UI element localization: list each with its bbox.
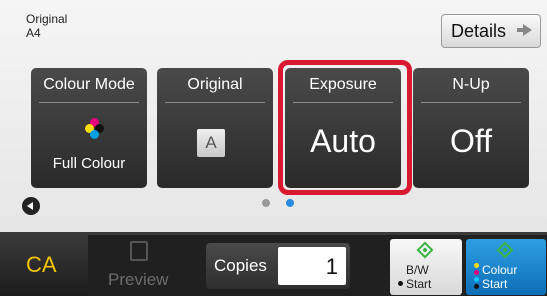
ca-label: CA xyxy=(26,252,57,277)
details-button[interactable]: Details xyxy=(441,14,541,48)
original-title: Original xyxy=(187,76,243,93)
yellow-dot-icon xyxy=(474,263,479,268)
divider xyxy=(421,102,521,103)
n-up-tile[interactable]: N-Up Off xyxy=(413,68,529,188)
bw-label: B/W xyxy=(406,263,429,277)
ca-button[interactable]: CA xyxy=(0,235,88,296)
colour-mode-title: Colour Mode xyxy=(43,76,135,93)
original-tile[interactable]: Original A xyxy=(157,68,273,188)
black-dot-icon xyxy=(398,281,403,286)
colour-mode-value: Full Colour xyxy=(52,155,126,172)
page-a-icon: A xyxy=(197,129,225,157)
bottom-bar: CA Preview Copies 1 B/W Start Colour Sta… xyxy=(0,232,547,296)
original-size: A4 xyxy=(26,26,41,40)
cmyk-dots-icon xyxy=(85,118,105,139)
preview-button[interactable]: Preview xyxy=(90,235,188,296)
divider xyxy=(39,102,139,103)
chevron-left-icon[interactable] xyxy=(22,197,40,215)
preview-icon xyxy=(130,241,148,261)
copies-value: 1 xyxy=(325,254,338,279)
start-icon xyxy=(496,241,514,259)
preview-label: Preview xyxy=(108,270,169,289)
divider xyxy=(165,102,265,103)
n-up-value: Off xyxy=(449,123,493,159)
page-dot-1[interactable] xyxy=(262,199,270,207)
colour-mode-tile[interactable]: Colour Mode Full Colour xyxy=(31,68,147,188)
black-dot-icon xyxy=(474,284,479,289)
start-icon xyxy=(416,241,434,259)
details-label: Details xyxy=(451,21,507,41)
cyan-dot-icon xyxy=(474,277,479,282)
exposure-highlight xyxy=(278,60,412,195)
original-size-info: Original A4 xyxy=(26,12,67,40)
colour-start-button[interactable]: Colour Start xyxy=(466,239,546,295)
magenta-dot-icon xyxy=(474,270,479,275)
arrow-right-icon xyxy=(517,24,532,36)
copy-screen: Original A4 Details Colour Mode Full Col… xyxy=(0,0,547,296)
original-label: Original xyxy=(26,12,68,26)
copies-label: Copies xyxy=(214,256,267,275)
copies-control: Copies 1 xyxy=(206,243,350,289)
colour-start-label: Start xyxy=(482,277,508,291)
colour-label: Colour xyxy=(482,263,518,277)
copies-input[interactable]: 1 xyxy=(278,247,346,285)
n-up-title: N-Up xyxy=(452,76,490,93)
bw-start-label: Start xyxy=(406,277,432,291)
bw-start-button[interactable]: B/W Start xyxy=(390,239,462,295)
main-panel: Original A4 Details Colour Mode Full Col… xyxy=(0,0,547,232)
page-dot-2[interactable] xyxy=(286,199,294,207)
